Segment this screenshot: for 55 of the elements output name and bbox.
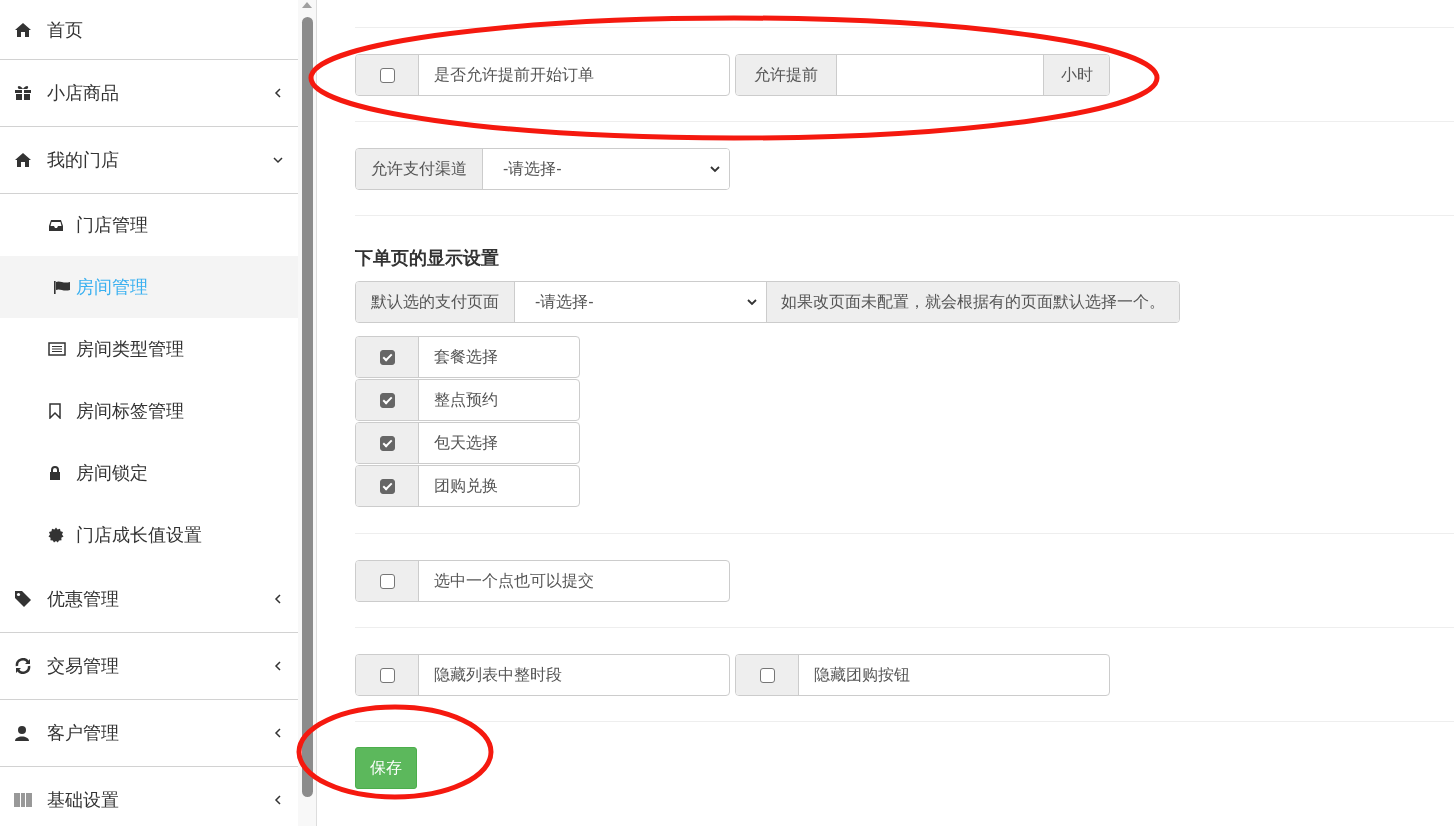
sidebar-subitem[interactable]: 门店成长值设置 xyxy=(0,504,298,566)
checkbox-group[interactable]: 选中一个点也可以提交 xyxy=(355,560,730,602)
checkbox-label: 是否允许提前开始订单 xyxy=(433,64,595,85)
sidebar-subitem[interactable]: 房间锁定 xyxy=(0,442,298,504)
checkbox-group[interactable]: 包天选择 xyxy=(355,422,580,464)
checkbox-group[interactable]: 套餐选择 xyxy=(355,336,580,378)
chevron-left-icon xyxy=(272,660,284,672)
checkbox-label: 整点预约 xyxy=(433,389,499,410)
user-icon xyxy=(14,725,30,741)
checkbox[interactable] xyxy=(379,349,395,365)
section-heading: 下单页的显示设置 xyxy=(355,247,500,270)
home-icon xyxy=(14,21,32,38)
chevron-down-icon xyxy=(272,154,284,166)
chevron-left-icon xyxy=(272,87,284,99)
checkbox[interactable] xyxy=(379,392,395,408)
sidebar-subitem[interactable]: 门店管理 xyxy=(0,194,298,256)
checkbox-group[interactable]: 隐藏团购按钮 xyxy=(735,654,1110,696)
checkbox-label: 包天选择 xyxy=(433,432,499,453)
badge-icon xyxy=(48,527,64,543)
chevron-left-icon xyxy=(272,794,284,806)
checkbox[interactable] xyxy=(379,67,395,83)
checkbox[interactable] xyxy=(759,667,775,683)
checkbox-label: 隐藏团购按钮 xyxy=(813,664,911,685)
checkbox-label: 团购兑换 xyxy=(433,475,499,496)
checkbox[interactable] xyxy=(379,667,395,683)
home-icon xyxy=(14,152,32,168)
scroll-up-icon[interactable] xyxy=(301,1,313,9)
lock-icon xyxy=(48,465,62,481)
checkbox-group[interactable]: 是否允许提前开始订单 xyxy=(355,54,730,96)
checkbox-label: 选中一个点也可以提交 xyxy=(433,570,595,591)
field-label: 默认选的支付页面 xyxy=(356,282,515,322)
sidebar-subitem[interactable]: 房间标签管理 xyxy=(0,380,298,442)
checkbox-group[interactable]: 隐藏列表中整时段 xyxy=(355,654,730,696)
checkbox[interactable] xyxy=(379,435,395,451)
checkbox-label: 隐藏列表中整时段 xyxy=(433,664,563,685)
gift-icon xyxy=(14,85,32,101)
scrollbar[interactable] xyxy=(298,0,317,826)
barcode-icon xyxy=(14,792,32,808)
sidebar-subitem[interactable]: 房间类型管理 xyxy=(0,318,298,380)
chevron-left-icon xyxy=(272,593,284,605)
checkbox-label: 套餐选择 xyxy=(433,346,499,367)
chevron-left-icon xyxy=(272,727,284,739)
chevron-down-icon xyxy=(746,296,758,308)
flag-icon xyxy=(53,280,71,294)
help-text: 如果改页面未配置，就会根据有的页面默认选择一个。 xyxy=(767,282,1179,322)
list-icon xyxy=(48,342,66,356)
inbox-icon xyxy=(48,218,64,232)
scrollbar-thumb[interactable] xyxy=(301,17,313,797)
bookmark-icon xyxy=(48,403,62,419)
refresh-icon xyxy=(14,658,32,674)
checkbox[interactable] xyxy=(379,478,395,494)
checkbox-group[interactable]: 团购兑换 xyxy=(355,465,580,507)
checkbox[interactable] xyxy=(379,573,395,589)
tag-icon xyxy=(14,590,34,608)
checkbox-group[interactable]: 整点预约 xyxy=(355,379,580,421)
